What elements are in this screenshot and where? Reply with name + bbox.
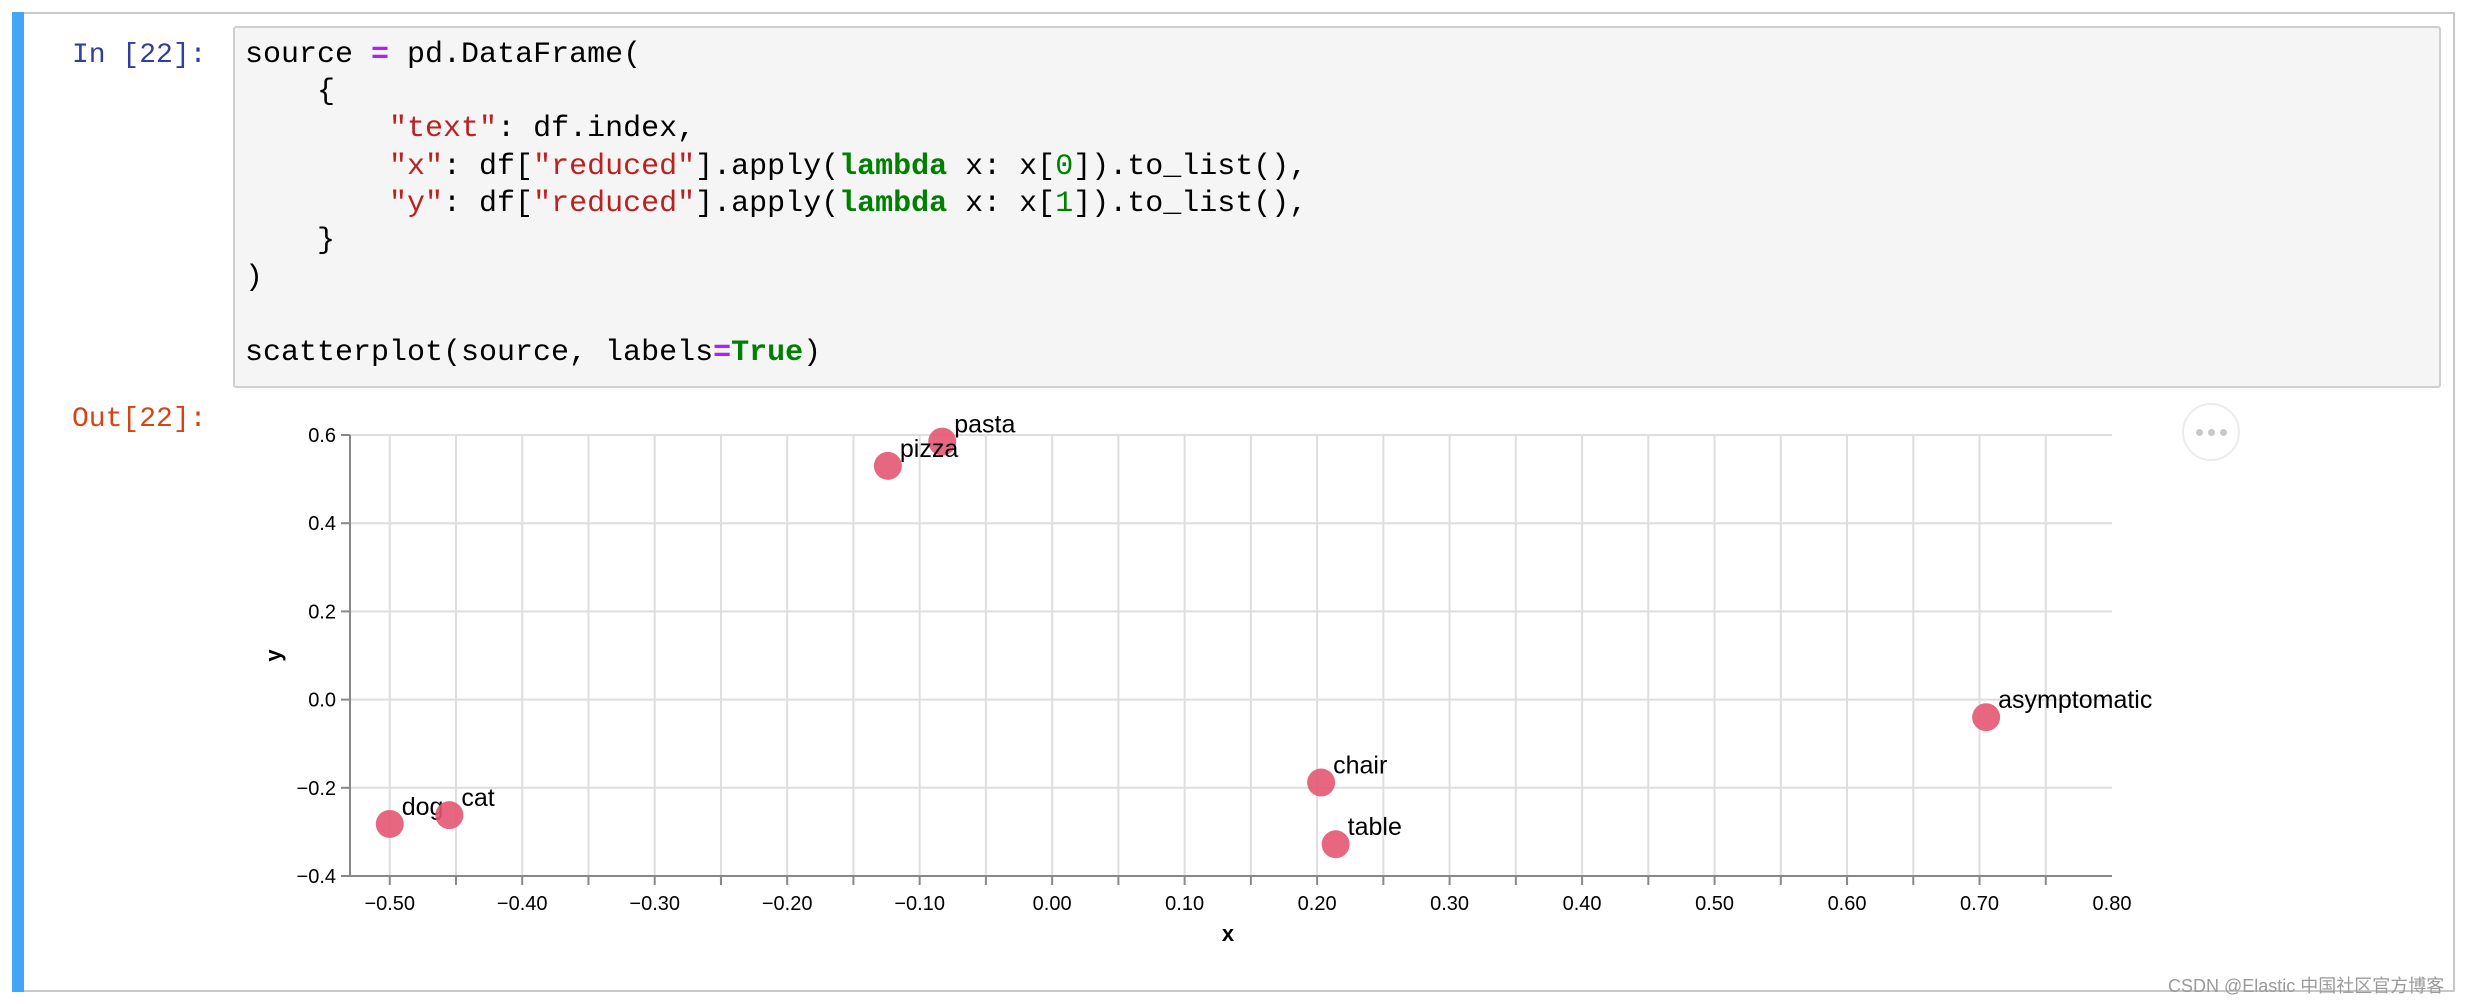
point-label: cat: [461, 784, 494, 812]
data-point: [873, 451, 902, 480]
chart-actions-button[interactable]: [2182, 403, 2240, 461]
x-tick-label: −0.10: [894, 893, 945, 915]
x-tick-label: −0.40: [497, 893, 548, 915]
ellipsis-icon: [2219, 428, 2227, 436]
y-tick-label: 0.4: [308, 513, 336, 535]
x-tick-label: 0.70: [1960, 893, 1999, 915]
point-label: pasta: [954, 411, 1015, 439]
x-tick-label: 0.00: [1033, 893, 1072, 915]
x-tick-label: 0.10: [1165, 893, 1204, 915]
ellipsis-icon: [2195, 428, 2203, 436]
ellipsis-icon: [2207, 428, 2215, 436]
scatter-chart: −0.50 −0.40 −0.30 −0.20 −0.10 0.00 0.10 0.20 0.3…: [261, 411, 2152, 946]
y-tick-label: 0.2: [308, 601, 336, 623]
x-tick-label: −0.20: [762, 893, 813, 915]
y-tick-label: −0.2: [297, 778, 336, 800]
x-tick-label: 0.40: [1563, 893, 1602, 915]
x-tick-label: 0.60: [1828, 893, 1867, 915]
y-tick-label: −0.4: [297, 866, 336, 888]
y-tick-label: 0.0: [308, 690, 336, 712]
x-tick-label: 0.30: [1430, 893, 1469, 915]
x-tick-label: 0.80: [2093, 893, 2132, 915]
y-tick-label: 0.6: [308, 425, 336, 447]
data-point: [1321, 830, 1350, 859]
data-point: [435, 801, 464, 830]
x-tick-label: 0.50: [1695, 893, 1734, 915]
data-point: [1972, 703, 2001, 732]
data-point: [375, 809, 404, 838]
x-tick-label: −0.30: [629, 893, 680, 915]
data-point: [1307, 768, 1336, 797]
y-axis-title: y: [261, 649, 286, 662]
point-label: asymptomatic: [1998, 686, 2152, 714]
point-label: chair: [1333, 752, 1387, 780]
x-tick-label: 0.20: [1298, 893, 1337, 915]
point-label: table: [1348, 813, 1402, 841]
point-label: pizza: [900, 435, 958, 463]
x-axis-title: x: [1222, 921, 1235, 946]
x-tick-label: −0.50: [364, 893, 415, 915]
watermark: CSDN @Elastic 中国社区官方博客: [2168, 976, 2445, 996]
